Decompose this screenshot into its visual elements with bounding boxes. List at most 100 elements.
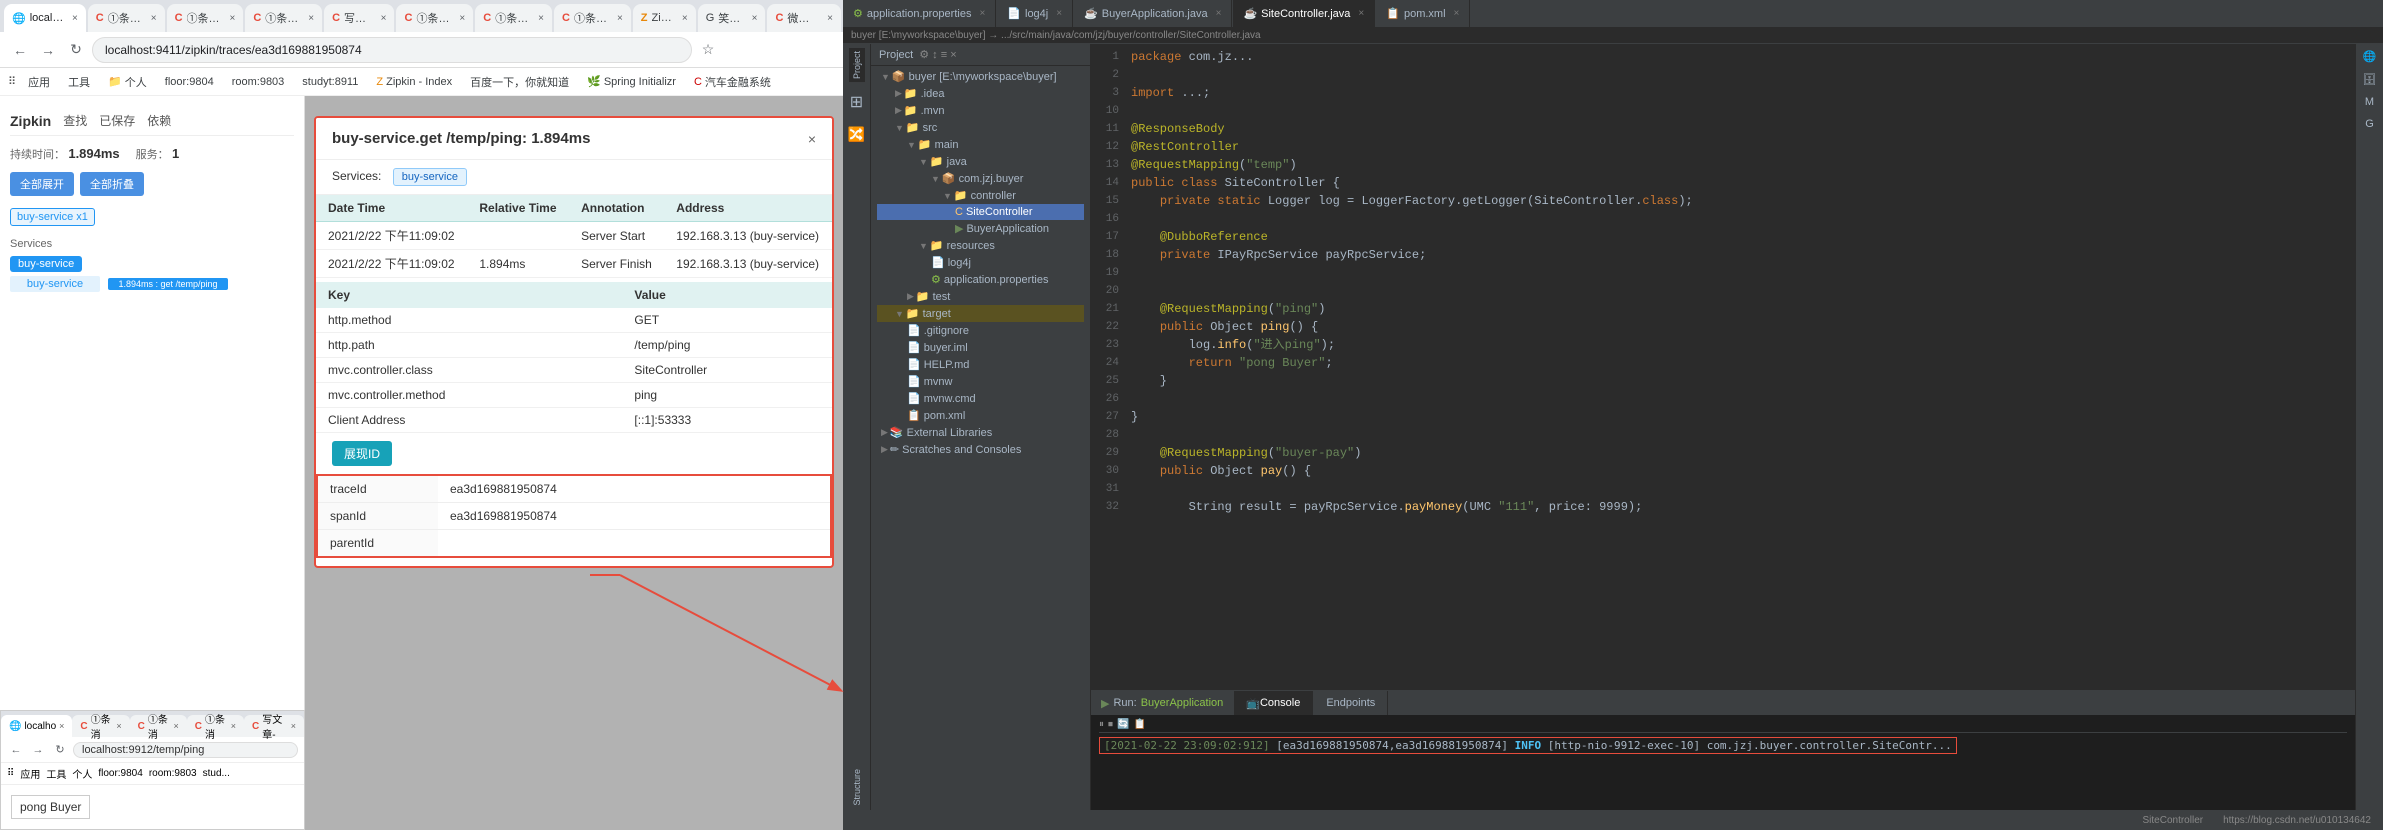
structure-icon[interactable]: ⊞	[846, 88, 867, 116]
tree-mvn[interactable]: ▶ 📁 .mvn	[877, 102, 1084, 119]
tree-scratches[interactable]: ▶ ✏ Scratches and Consoles	[877, 441, 1084, 458]
second-tab-close-4[interactable]: ×	[291, 721, 296, 731]
console-toolbar-icon-4[interactable]: 📋	[1133, 719, 1145, 730]
bookmark-zipkin[interactable]: Z Zipkin - Index	[370, 74, 458, 90]
tree-mvnwcmd[interactable]: 📄 mvnw.cmd	[877, 390, 1084, 407]
second-tab-close-0[interactable]: ×	[59, 721, 64, 731]
ide-tab-close-4[interactable]: ×	[1454, 8, 1460, 19]
structure-label[interactable]: Structure	[850, 765, 864, 810]
second-tab-close-1[interactable]: ×	[116, 721, 121, 731]
second-tab-3[interactable]: C ①条消 ×	[187, 715, 244, 737]
console-toolbar-icon-3[interactable]: 🔄	[1117, 719, 1129, 730]
bookmark-studyt[interactable]: studyt:8911	[296, 74, 364, 90]
code-content[interactable]: 1 package com.jz... 2 3 import ...; 10	[1091, 44, 2355, 690]
second-back-btn[interactable]: ←	[7, 741, 25, 759]
collapse-all-button[interactable]: 全部折叠	[80, 172, 144, 196]
tab-close-8[interactable]: ×	[682, 13, 688, 24]
second-bm-room[interactable]: room:9803	[149, 768, 197, 779]
second-tab-1[interactable]: C ①条消 ×	[72, 715, 129, 737]
tree-java[interactable]: ▼ 📁 java	[877, 153, 1084, 170]
tree-test[interactable]: ▶ 📁 test	[877, 288, 1084, 305]
tree-pomxml[interactable]: 📋 pom.xml	[877, 407, 1084, 424]
browser-tab-10[interactable]: C 微服务S ×	[767, 4, 841, 32]
browser-tab-4[interactable]: C 写文章- ×	[324, 4, 394, 32]
tab-close-6[interactable]: ×	[538, 13, 544, 24]
tree-log4j[interactable]: 📄 log4j	[877, 254, 1084, 271]
bookmark-personal[interactable]: 📁 个人	[102, 72, 153, 92]
tree-buyerapplication[interactable]: ▶ BuyerApplication	[877, 220, 1084, 237]
browser-tab-3[interactable]: C ①条消息 ×	[245, 4, 322, 32]
ide-tab-0[interactable]: ⚙ application.properties ×	[843, 0, 996, 28]
browser-tab-2[interactable]: C ①条消息 ×	[167, 4, 244, 32]
tab-close-5[interactable]: ×	[459, 13, 465, 24]
second-tab-2[interactable]: C ①条消 ×	[130, 715, 187, 737]
tree-buyer[interactable]: ▼ 📦 buyer [E:\myworkspace\buyer]	[877, 68, 1084, 85]
console-toolbar-icon-1[interactable]: ⏸	[1099, 719, 1104, 730]
tree-sitecontroller[interactable]: C SiteController	[877, 204, 1084, 220]
second-bm-floor[interactable]: floor:9804	[98, 768, 142, 779]
tab-close-2[interactable]: ×	[229, 13, 235, 24]
ide-tab-1[interactable]: 📄 log4j ×	[997, 0, 1073, 28]
tab-close-9[interactable]: ×	[752, 13, 758, 24]
bookmark-baidu[interactable]: 百度一下，你就知道	[464, 72, 575, 92]
browser-tab-5[interactable]: C ①条消息 ×	[396, 4, 473, 32]
commit-icon[interactable]: 🔀	[844, 122, 869, 147]
tab-close-3[interactable]: ×	[308, 13, 314, 24]
tree-mvnw[interactable]: 📄 mvnw	[877, 373, 1084, 390]
zipkin-nav-saved[interactable]: 已保存	[99, 112, 135, 129]
bookmark-tools[interactable]: 工具	[62, 72, 96, 92]
modal-close-button[interactable]: ×	[808, 131, 816, 147]
ide-tab-4[interactable]: 📋 pom.xml ×	[1376, 0, 1470, 28]
zipkin-nav-deps[interactable]: 依赖	[147, 112, 171, 129]
web-icon[interactable]: 🌐	[2361, 48, 2379, 65]
second-tab-0[interactable]: 🌐 localho ×	[1, 715, 72, 737]
browser-tab-9[interactable]: G 笑家友 ×	[698, 4, 766, 32]
second-forward-btn[interactable]: →	[29, 741, 47, 759]
tab-close-4[interactable]: ×	[381, 13, 387, 24]
browser-tab-0[interactable]: 🌐 localho... ×	[4, 4, 86, 32]
browser-tab-7[interactable]: C ①条消息 ×	[554, 4, 631, 32]
ide-bottom-tab-endpoints[interactable]: Endpoints	[1314, 691, 1388, 715]
gradle-icon[interactable]: G	[2363, 116, 2376, 132]
second-bm-stud[interactable]: stud...	[203, 768, 230, 779]
tree-buyeriml[interactable]: 📄 buyer.iml	[877, 339, 1084, 356]
database-icon[interactable]: 🗄	[2361, 71, 2379, 88]
tree-gitignore[interactable]: 📄 .gitignore	[877, 322, 1084, 339]
show-id-button[interactable]: 展现ID	[332, 441, 392, 466]
ide-tab-2[interactable]: ☕ BuyerApplication.java ×	[1074, 0, 1232, 28]
second-tab-close-2[interactable]: ×	[174, 721, 179, 731]
browser-tab-1[interactable]: C ①条消息 ×	[88, 4, 165, 32]
second-tab-close-3[interactable]: ×	[231, 721, 236, 731]
ide-tab-3[interactable]: ☕ SiteController.java ×	[1233, 0, 1375, 28]
tree-appprops[interactable]: ⚙ application.properties	[877, 271, 1084, 288]
tree-idea[interactable]: ▶ 📁 .idea	[877, 85, 1084, 102]
browser-tab-8[interactable]: Z Zipkin ×	[633, 4, 696, 32]
expand-all-button[interactable]: 全部展开	[10, 172, 74, 196]
forward-button[interactable]: →	[36, 38, 60, 62]
second-address-bar[interactable]: localhost:9912/temp/ping	[73, 742, 298, 758]
maven-icon[interactable]: M	[2363, 94, 2376, 110]
second-bm-apps[interactable]: 应用	[20, 766, 40, 781]
zipkin-nav-find[interactable]: 查找	[63, 112, 87, 129]
bookmark-finance[interactable]: C 汽车金融系统	[688, 72, 777, 92]
bookmark-spring[interactable]: 🌿 Spring Initializr	[581, 73, 682, 90]
second-bm-personal[interactable]: 个人	[72, 766, 92, 781]
tree-external-libs[interactable]: ▶ 📚 External Libraries	[877, 424, 1084, 441]
tab-close-10[interactable]: ×	[827, 13, 833, 24]
second-tab-4[interactable]: C 写文章- ×	[244, 715, 304, 737]
console-toolbar-icon-2[interactable]: ⏹	[1108, 719, 1113, 730]
bookmark-room[interactable]: room:9803	[226, 74, 291, 90]
ide-tab-close-3[interactable]: ×	[1358, 8, 1364, 19]
tab-close-0[interactable]: ×	[72, 13, 78, 24]
tab-close-1[interactable]: ×	[151, 13, 157, 24]
reload-button[interactable]: ↻	[64, 38, 88, 62]
back-button[interactable]: ←	[8, 38, 32, 62]
ide-bottom-tab-console[interactable]: 📺 Console	[1234, 691, 1313, 715]
bookmark-apps[interactable]: 应用	[22, 72, 56, 92]
tree-target[interactable]: ▼ 📁 target	[877, 305, 1084, 322]
project-tab[interactable]: Project	[849, 48, 865, 82]
browser-tab-6[interactable]: C ①条消息 ×	[475, 4, 552, 32]
ide-tab-close-1[interactable]: ×	[1056, 8, 1062, 19]
bookmark-button[interactable]: ☆	[696, 38, 720, 62]
tree-main[interactable]: ▼ 📁 main	[877, 136, 1084, 153]
